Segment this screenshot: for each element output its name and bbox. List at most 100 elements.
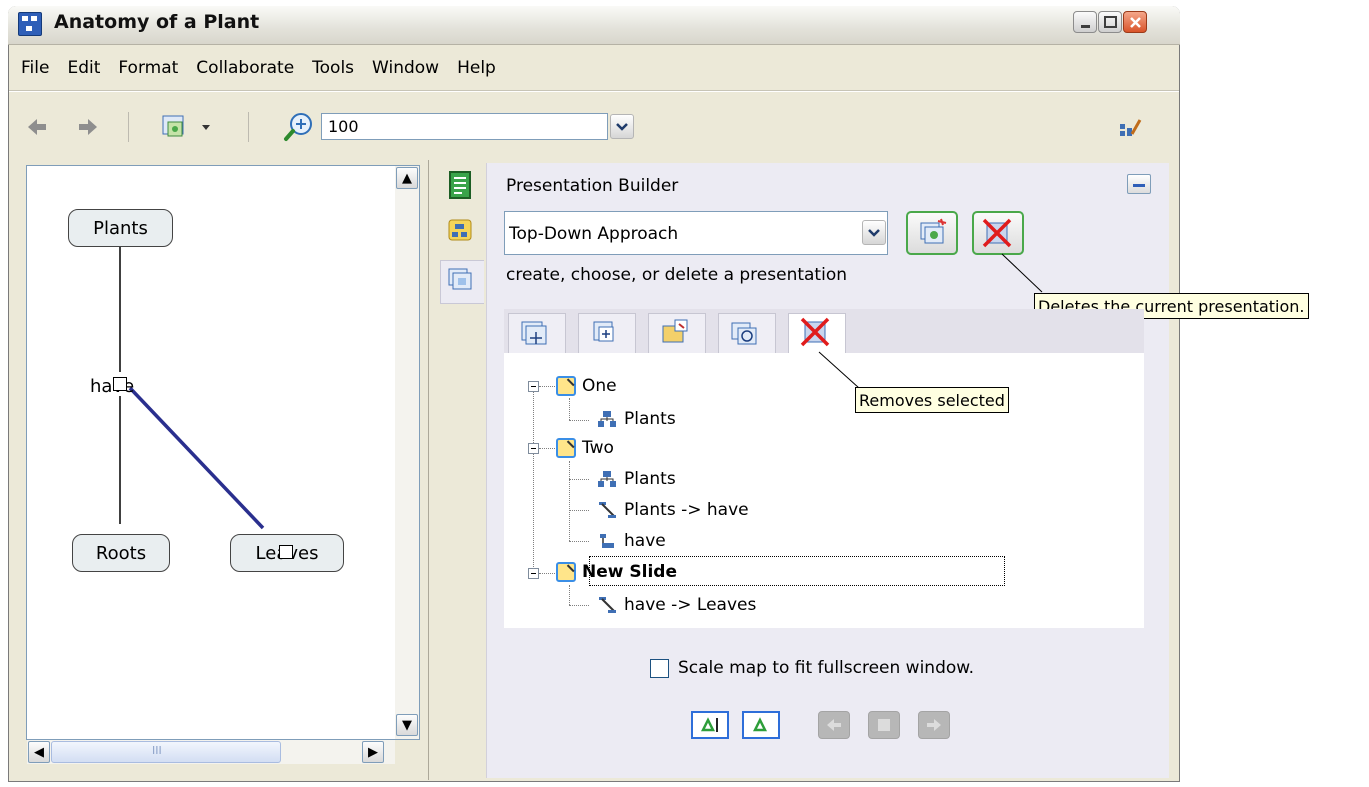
- menu-bar: File Edit Format Collaborate Tools Window Help: [9, 58, 502, 88]
- zoom-combobox[interactable]: 100: [321, 113, 608, 140]
- new-presentation-button[interactable]: [906, 211, 958, 255]
- remove-selected-tooltip: Removes selected: [855, 387, 1009, 413]
- scale-fullscreen-label: Scale map to fit fullscreen window.: [678, 658, 975, 678]
- slide-child-label: have: [624, 531, 666, 551]
- menu-edit[interactable]: Edit: [67, 58, 100, 78]
- next-slide-button[interactable]: [918, 711, 950, 739]
- minimize-button[interactable]: [1073, 11, 1097, 33]
- view-dropdown-icon[interactable]: [160, 113, 216, 141]
- menu-tools[interactable]: Tools: [312, 58, 354, 78]
- tree-connector: [569, 585, 570, 605]
- concept-node-plants[interactable]: Plants: [68, 209, 173, 247]
- forward-arrow-icon[interactable]: [77, 116, 99, 138]
- slide-child-label: Plants: [624, 469, 676, 489]
- delete-presentation-icon: [982, 218, 1012, 248]
- scroll-left-button[interactable]: ◀: [28, 741, 50, 763]
- presentation-dropdown-button[interactable]: [862, 220, 886, 245]
- selection-handle[interactable]: [279, 545, 293, 559]
- slide-child-item[interactable]: Plants -> have: [596, 496, 749, 524]
- stop-button[interactable]: [868, 711, 900, 739]
- refresh-slide-tab[interactable]: [718, 313, 776, 353]
- slide-child-label: have -> Leaves: [624, 595, 757, 615]
- concept-node-roots[interactable]: Roots: [72, 534, 170, 572]
- scroll-up-button[interactable]: ▲: [396, 167, 418, 189]
- tree-connector: [569, 461, 570, 541]
- tree-connector: [569, 420, 589, 421]
- pane-splitter[interactable]: [428, 160, 435, 780]
- nested-map-tab-icon[interactable]: [440, 212, 480, 252]
- zoom-dropdown-button[interactable]: [610, 114, 634, 139]
- left-arrow-icon: [827, 719, 841, 731]
- linking-phrase-icon: [600, 534, 614, 548]
- presentation-select-value: Top-Down Approach: [509, 224, 679, 244]
- stop-icon: [878, 719, 890, 731]
- previous-slide-button[interactable]: [818, 711, 850, 739]
- scale-fullscreen-checkbox[interactable]: [650, 659, 669, 678]
- selection-handle[interactable]: [113, 377, 127, 391]
- link-icon: [599, 597, 616, 613]
- presentation-select[interactable]: Top-Down Approach: [504, 211, 888, 255]
- presentation-tab-icon: [448, 268, 472, 290]
- concept-icon: [598, 471, 616, 487]
- chevron-up-icon: ▲: [402, 170, 412, 186]
- capture-slide-icon: [662, 319, 688, 343]
- collapse-panel-button[interactable]: [1127, 174, 1151, 194]
- back-arrow-icon[interactable]: [26, 116, 48, 138]
- horizontal-scroll-thumb[interactable]: III: [51, 741, 281, 763]
- slide-label: Two: [582, 438, 614, 458]
- scroll-right-button[interactable]: ▶: [362, 741, 384, 763]
- menu-window[interactable]: Window: [372, 58, 439, 78]
- chevron-right-icon: ▶: [368, 744, 378, 760]
- maximize-button[interactable]: [1098, 11, 1122, 33]
- menu-help[interactable]: Help: [457, 58, 496, 78]
- slide-child-label: Plants: [624, 409, 676, 429]
- close-button[interactable]: [1123, 11, 1147, 33]
- tooltip-pointer: [1001, 253, 1043, 293]
- horizontal-scrollbar[interactable]: ◀ III ▶: [27, 740, 395, 764]
- chevron-left-icon: ◀: [34, 744, 44, 760]
- properties-tab-icon[interactable]: [440, 166, 480, 206]
- presentation-hint: create, choose, or delete a presentation: [506, 265, 847, 285]
- slide-child-label: Plants -> have: [624, 500, 749, 520]
- presentation-tab[interactable]: [440, 260, 484, 304]
- slide-label: New Slide: [582, 562, 677, 582]
- slide-child-item[interactable]: have -> Leaves: [596, 591, 756, 619]
- app-icon[interactable]: [18, 12, 42, 36]
- menu-collaborate[interactable]: Collaborate: [196, 58, 294, 78]
- toolbar-separator: [128, 112, 129, 142]
- add-slide-tab[interactable]: [508, 313, 566, 353]
- slide-child-item[interactable]: Plants: [596, 405, 676, 433]
- capture-slide-tab[interactable]: [648, 313, 706, 353]
- tooltip-pointer: [818, 351, 860, 389]
- zoom-icon[interactable]: [283, 111, 315, 143]
- slide-item[interactable]: Two: [556, 434, 614, 462]
- tree-connector: [569, 479, 589, 480]
- delete-presentation-button[interactable]: [972, 211, 1024, 255]
- play-from-start-button[interactable]: [742, 711, 780, 739]
- tree-connector: [569, 510, 589, 511]
- vertical-scrollbar[interactable]: ▲ ▼: [395, 166, 419, 739]
- collapse-toggle[interactable]: [528, 568, 539, 579]
- remove-selected-tab[interactable]: [788, 313, 846, 353]
- menu-file[interactable]: File: [21, 58, 49, 78]
- slide-label: One: [582, 376, 617, 396]
- remove-selected-icon: [800, 317, 830, 347]
- collapse-toggle[interactable]: [528, 381, 539, 392]
- insert-slide-icon: [593, 321, 614, 342]
- refresh-slide-icon: [731, 322, 757, 345]
- tree-connector: [539, 386, 555, 387]
- slide-item[interactable]: One: [556, 372, 617, 400]
- slide-child-item[interactable]: have: [596, 527, 666, 555]
- tree-connector: [569, 398, 570, 420]
- menu-format[interactable]: Format: [118, 58, 178, 78]
- style-palette-icon[interactable]: [1118, 116, 1142, 138]
- window-title: Anatomy of a Plant: [54, 11, 260, 33]
- scroll-down-button[interactable]: ▼: [396, 714, 418, 736]
- collapse-toggle[interactable]: [528, 443, 539, 454]
- play-presentation-icon: [700, 717, 718, 732]
- start-presentation-button[interactable]: [691, 711, 729, 739]
- insert-slide-tab[interactable]: [578, 313, 636, 353]
- slide-child-item[interactable]: Plants: [596, 465, 676, 493]
- slide-item-selected[interactable]: New Slide: [556, 558, 677, 586]
- zoom-value: 100: [328, 117, 359, 136]
